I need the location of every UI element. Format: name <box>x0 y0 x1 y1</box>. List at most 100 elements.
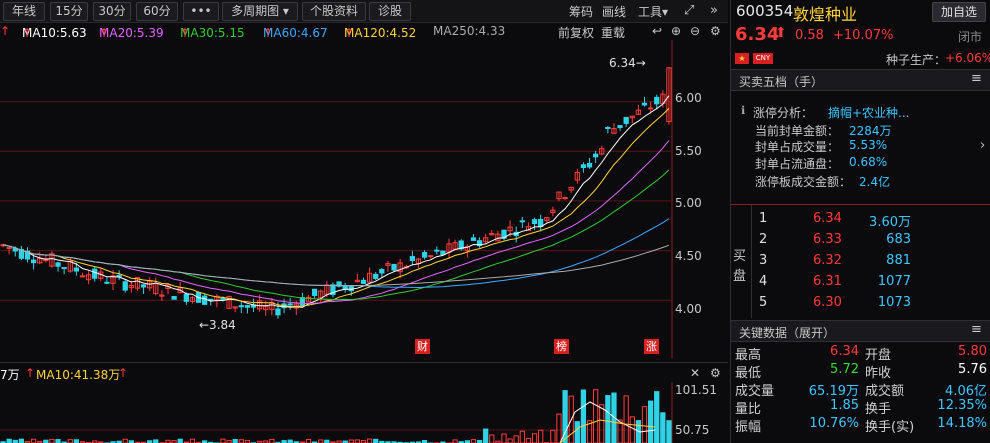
volume-bar <box>519 430 525 443</box>
volume-bar <box>592 389 599 443</box>
collapse-panel-icon[interactable]: » <box>710 3 718 18</box>
volume-bar <box>556 413 562 443</box>
volume-bar <box>6 438 12 443</box>
candle-body <box>116 274 122 277</box>
zoom-out-icon[interactable]: ⊖ <box>690 24 700 38</box>
candle-body <box>592 153 599 158</box>
chips-link[interactable]: 筹码 <box>569 3 593 20</box>
candle-body <box>122 281 128 291</box>
keydata-value: 10.76% <box>809 416 859 431</box>
bid-row[interactable]: 4 6.31 1077 <box>731 273 990 291</box>
candle-body <box>409 256 416 262</box>
tools-link[interactable]: 工具▾ <box>638 3 668 20</box>
period-30m-button[interactable]: 30分 <box>93 2 131 21</box>
candle-body <box>287 303 293 306</box>
candle-body <box>623 116 629 124</box>
limit-analysis-row: 涨停板成交金额： 2.4亿 <box>755 175 891 189</box>
volume-bar <box>220 438 226 443</box>
more-periods-button[interactable]: ••• <box>183 2 219 21</box>
candle-body <box>299 297 306 306</box>
orderbook-header[interactable]: 买卖五档（手） <box>731 69 990 91</box>
volume-bar <box>49 438 55 443</box>
price-change: 0.58 <box>795 28 824 43</box>
candle-body <box>360 279 367 284</box>
last-price: 6.34 <box>735 24 780 45</box>
candle-body <box>220 297 226 300</box>
limit-up-reason[interactable]: 摘帽+农业种... <box>828 104 910 121</box>
vol-close-icon[interactable]: ✕ <box>690 366 700 380</box>
volume-bar <box>599 404 605 443</box>
reload-button[interactable]: 重载 <box>601 24 625 41</box>
quote-panel: 600354 敦煌种业 加自选 6.34 ⬆ 0.58 +10.07% 闭市 ★… <box>730 0 990 443</box>
price-axis-label: 5.50 <box>675 144 702 158</box>
add-watchlist-button[interactable]: 加自选 <box>932 2 986 22</box>
chart-toolbar: 年线 15分 30分 60分 ••• 多周期图 ▾ 个股资料 诊股 筹码 画线 … <box>0 0 728 23</box>
candle-body <box>55 262 61 267</box>
candle-body <box>617 125 623 129</box>
candle-body <box>183 293 189 302</box>
bid-price: 6.34 <box>813 211 842 226</box>
stock-profile-button[interactable]: 个股资料 <box>302 2 366 21</box>
sector-change: +6.06% <box>945 51 990 65</box>
bid-volume: 881 <box>886 253 911 268</box>
ma-line <box>2 140 670 305</box>
bid-row[interactable]: 3 6.32 881 <box>731 252 990 270</box>
bid-level: 2 <box>759 232 768 247</box>
diagnose-button[interactable]: 诊股 <box>369 2 411 21</box>
period-year-button[interactable]: 年线 <box>3 2 45 21</box>
bid-price: 6.33 <box>813 232 842 247</box>
keydata-header[interactable]: 关键数据（展开） ≡ <box>731 320 990 342</box>
vol-ma10-value: MA10:41.38万 <box>36 368 121 382</box>
event-marker-limit-up[interactable]: 涨 <box>644 339 659 354</box>
period-60m-button[interactable]: 60分 <box>136 2 178 21</box>
volume-bar <box>641 406 648 443</box>
candle-body <box>311 288 318 296</box>
candle-body <box>519 220 525 223</box>
candle-body <box>373 273 379 279</box>
multi-period-dropdown[interactable]: 多周期图 ▾ <box>222 2 298 21</box>
event-marker-toplist[interactable]: 榜 <box>554 339 569 354</box>
volume-chart[interactable] <box>0 382 728 443</box>
keydata-value: 6.34 <box>830 344 859 359</box>
price-axis-label: 4.50 <box>675 249 702 263</box>
settings-gear-icon[interactable]: ⚙ <box>710 24 721 38</box>
bid-row[interactable]: 1 6.34 3.60万 <box>731 210 990 230</box>
zoom-in-icon[interactable]: ⊕ <box>671 24 681 38</box>
candle-body <box>348 285 354 292</box>
volume-bar <box>647 400 654 443</box>
kline-chart[interactable] <box>0 40 728 358</box>
forward-adjust-toggle[interactable]: 前复权 <box>558 24 594 41</box>
menu-icon[interactable]: ≡ <box>971 322 982 337</box>
candle-body <box>391 263 397 271</box>
keydata-value: 12.35% <box>937 398 987 413</box>
draw-line-link[interactable]: 画线 <box>602 3 626 20</box>
candle-body <box>202 295 208 305</box>
candle-body <box>647 107 654 110</box>
fullscreen-icon[interactable]: ⤢ <box>684 3 694 18</box>
volume-bar <box>580 389 587 443</box>
bid-row[interactable]: 5 6.30 1073 <box>731 294 990 312</box>
event-marker-earnings[interactable]: 财 <box>415 339 430 354</box>
volume-legend: 7万 ↑ MA10:41.38万 ↑ ✕ ⚙ <box>0 362 728 383</box>
volume-bar <box>538 429 544 443</box>
volume-bar <box>470 439 477 443</box>
bid-price: 6.32 <box>813 253 842 268</box>
vol-ma10-arrow: ↑ <box>118 366 129 380</box>
vol-settings-gear-icon[interactable]: ⚙ <box>710 366 721 380</box>
candle-body <box>605 126 611 129</box>
back-arrow-icon[interactable]: ↩ <box>652 24 662 38</box>
sector-name[interactable]: 种子生产： <box>886 51 946 68</box>
tools-label: 工具 <box>638 5 663 19</box>
bid-level: 5 <box>759 295 768 310</box>
price-axis-label: 5.00 <box>675 196 702 210</box>
stock-code: 600354 <box>736 2 794 20</box>
candle-body <box>171 296 177 300</box>
orderbook-menu-icon[interactable]: ≡ <box>971 71 982 86</box>
price-up-arrow-icon: ⬆ <box>775 25 787 41</box>
period-15m-button[interactable]: 15分 <box>50 2 88 21</box>
volume-bar <box>550 429 556 443</box>
bid-row[interactable]: 2 6.33 683 <box>731 231 990 249</box>
candle-body <box>434 249 440 252</box>
ma5-arrow: ↑ <box>0 24 11 38</box>
keydata-label: 振幅 <box>735 420 762 435</box>
